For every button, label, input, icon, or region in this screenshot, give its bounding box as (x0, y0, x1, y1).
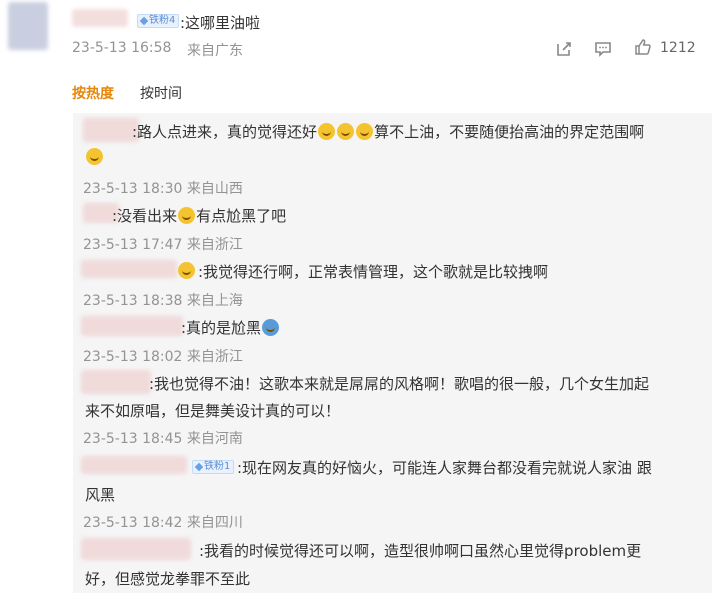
reply-text-line-2 (85, 148, 104, 166)
username-blurred[interactable] (83, 118, 139, 142)
shrug-emoji-icon (262, 319, 280, 336)
like-count: 1212 (660, 40, 696, 56)
diamond-icon (194, 462, 204, 472)
share-icon[interactable] (555, 40, 573, 58)
laughing-emoji-icon (337, 123, 355, 140)
reply-text: :我也觉得不油！这歌本来就是屌屌的风格啊！歌唱的很一般，几个女生加起 (149, 375, 650, 393)
username-blurred[interactable] (81, 538, 191, 560)
reply-date: 23-5-13 18:38 来自上海 (83, 293, 243, 309)
sort-by-time-tab[interactable]: 按时间 (140, 83, 182, 103)
sort-by-hot-tab[interactable]: 按热度 (72, 83, 114, 103)
laughing-emoji-icon (356, 123, 374, 140)
tongue-emoji-icon (178, 207, 196, 224)
username-blurred[interactable] (81, 316, 183, 336)
reply-date: 23-5-13 18:02 来自浙江 (83, 349, 243, 365)
reply-text: :现在网友真的好恼火，可能连人家舞台都没看完就说人家油 跟 (237, 459, 652, 477)
laughing-emoji-icon (318, 123, 336, 140)
reply-date: 23-5-13 17:47 来自浙江 (83, 237, 243, 253)
reply-date: 23-5-13 18:42 来自四川 (83, 515, 243, 531)
comment-location: 来自广东 (187, 43, 243, 59)
comment-date: 23-5-13 16:58 (72, 40, 172, 56)
reply-text: :没看出来 有点尬黑了吧 (112, 207, 287, 225)
reply-text: :我觉得还行啊，正常表情管理，这个歌就是比较拽啊 (198, 263, 549, 281)
reply-text-line-2: 风黑 (85, 486, 116, 504)
reply-text: :我看的时候觉得还可以啊，造型很帅啊口虽然心里觉得problem更 (199, 542, 642, 560)
reply-text-line-2: 来不如原唱，但是舞美设计真的可以！ (85, 402, 341, 420)
top-comment: 铁粉4 :这哪里油啦 23-5-13 16:58 来自广东 1212 (0, 0, 712, 60)
reply-list: :路人点进来，真的觉得还好 算不上油，不要随便抬高油的界定范围啊 23-5-13 … (73, 113, 712, 593)
fan-badge: 铁粉4 (137, 14, 180, 28)
username-blurred[interactable] (81, 370, 151, 394)
avatar[interactable] (8, 2, 48, 50)
laughing-emoji-icon (86, 148, 103, 165)
reply-date: 23-5-13 18:45 来自河南 (83, 431, 243, 447)
smiling-emoji-icon (178, 262, 195, 279)
fan-badge-label: 铁粉1 (204, 461, 231, 472)
like-icon[interactable] (634, 38, 652, 56)
reply-text: :路人点进来，真的觉得还好 算不上油，不要随便抬高油的界定范围啊 (132, 123, 645, 141)
reply-date: 23-5-13 18:30 来自山西 (83, 181, 243, 197)
username-blurred[interactable] (81, 260, 177, 278)
username-blurred[interactable] (72, 9, 128, 27)
username-blurred[interactable] (81, 456, 187, 474)
reply-text: :真的是尬黑 (181, 317, 280, 338)
fan-badge: 铁粉1 (192, 460, 235, 474)
fan-badge-label: 铁粉4 (149, 15, 176, 26)
reply-text-line-2: 好，但感觉龙拳罪不至此 (85, 570, 251, 588)
comment-icon[interactable] (594, 40, 612, 58)
diamond-icon (139, 16, 149, 26)
comment-text: :这哪里油啦 (180, 14, 261, 32)
